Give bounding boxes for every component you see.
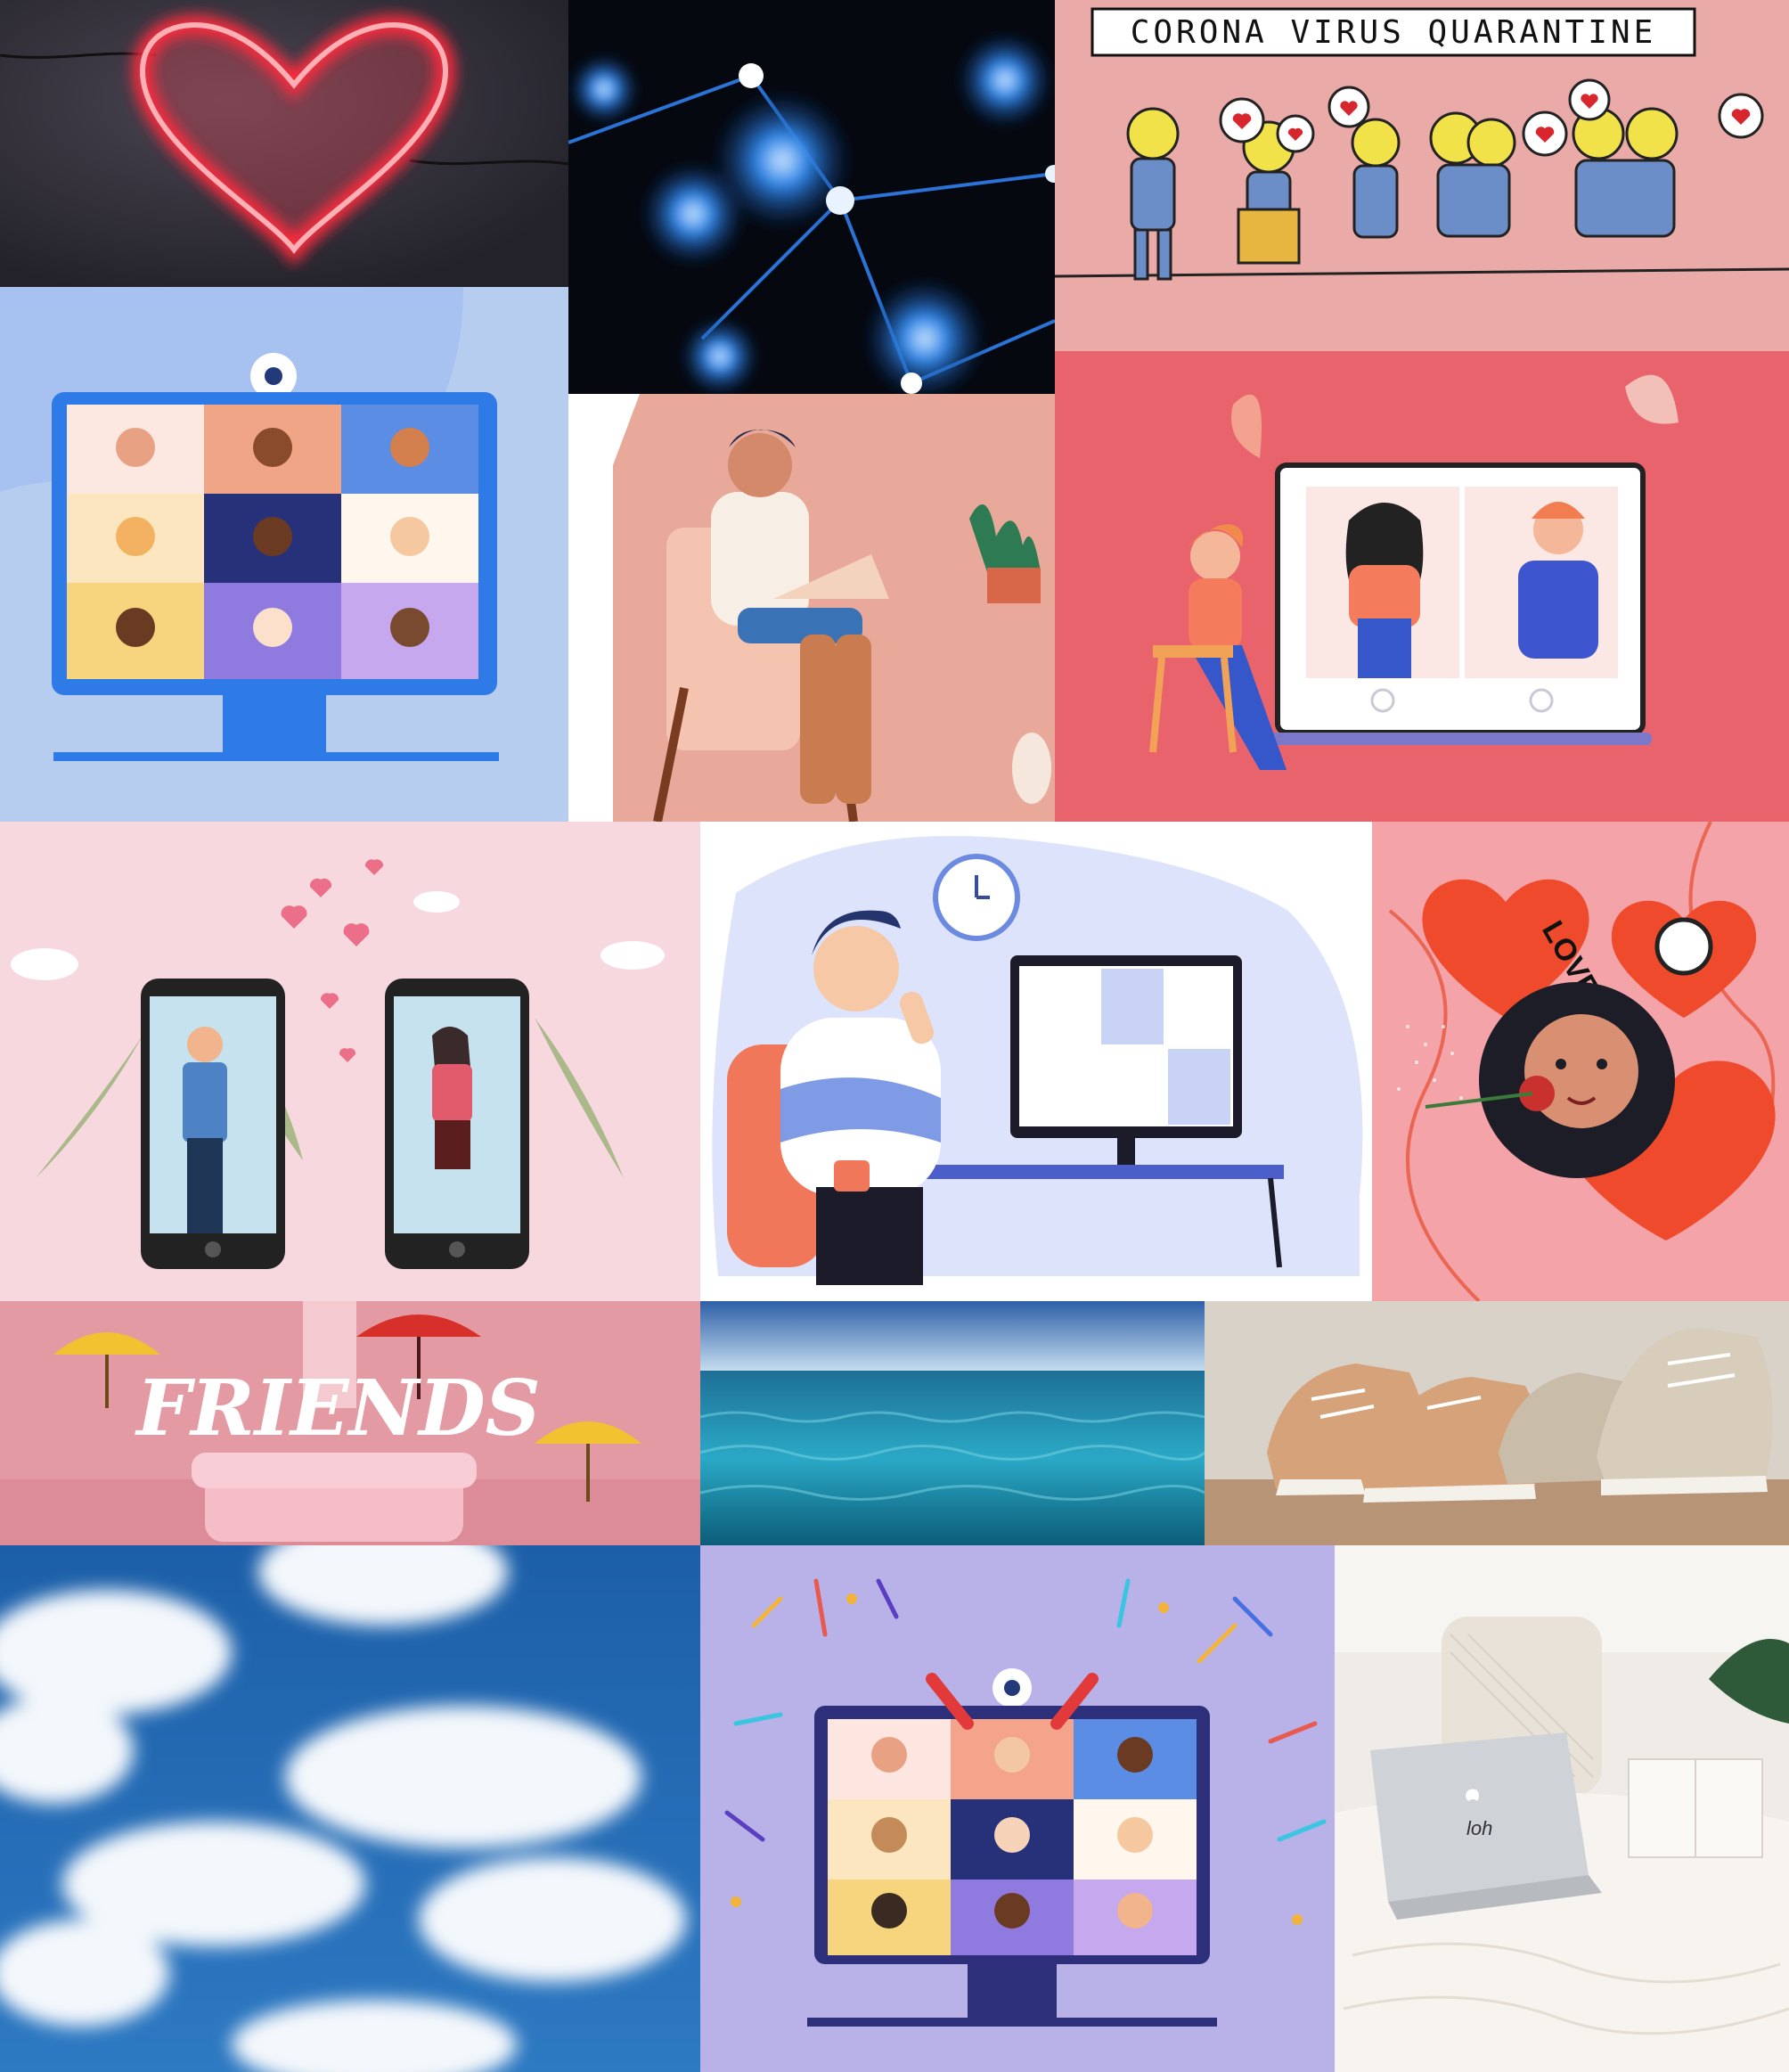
friends-umbrellas-photo: FRIENDS — [0, 1301, 700, 1545]
sneakers-photo — [1205, 1301, 1789, 1545]
celebration-video-call-illustration — [700, 1545, 1335, 2072]
svg-text:loh: loh — [1466, 1817, 1492, 1839]
corona-quarantine-cartoon: CORONA VIRUS QUARANTINE — [1055, 0, 1789, 351]
friends-title: FRIENDS — [134, 1364, 541, 1454]
neon-heart-photo — [0, 0, 568, 287]
love-you-heart-illustration: LOVE YOU — [1372, 822, 1789, 1301]
quarantine-banner: CORONA VIRUS QUARANTINE — [1131, 14, 1657, 51]
video-date-laptop-illustration — [1055, 351, 1789, 822]
laptop-on-bed-photo: loh — [1335, 1545, 1789, 2072]
cloudy-sky-photo — [0, 1545, 700, 2072]
ocean-photo — [700, 1301, 1205, 1545]
waving-video-call-illustration — [700, 822, 1372, 1301]
remote-work-laptop-illustration — [568, 394, 1055, 822]
phone-dating-illustration — [0, 822, 700, 1301]
network-nodes-photo — [568, 0, 1055, 394]
video-call-monitor-illustration — [0, 287, 568, 822]
